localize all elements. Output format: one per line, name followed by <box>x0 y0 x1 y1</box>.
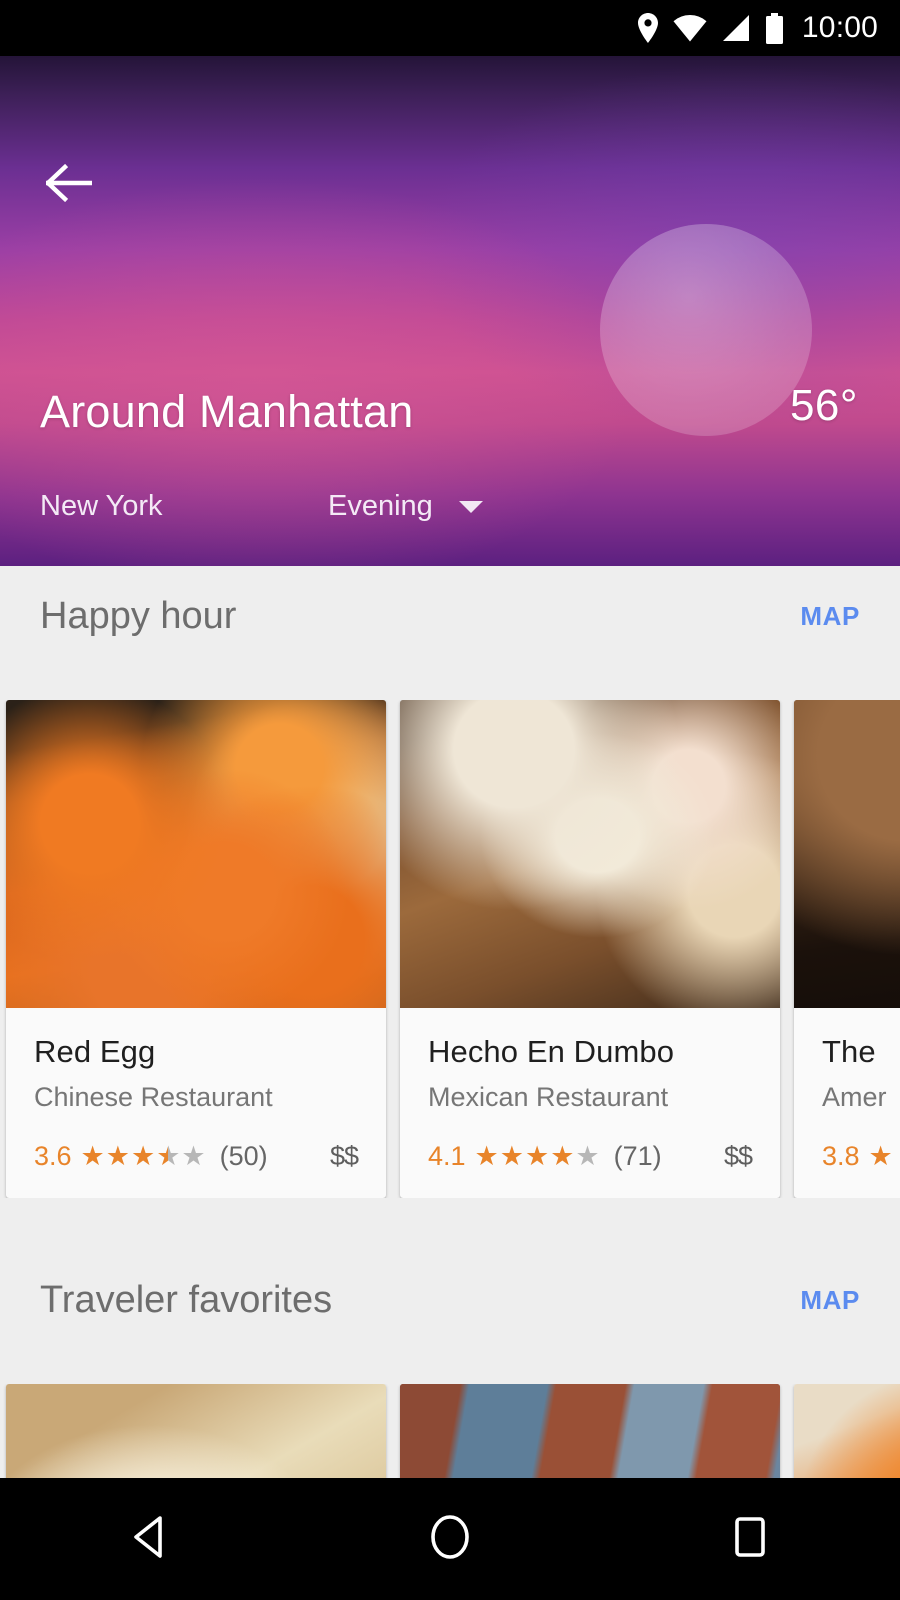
location-pin-icon <box>637 13 659 43</box>
place-photo <box>794 700 900 1008</box>
recents-square-icon <box>731 1515 769 1564</box>
back-arrow-icon <box>44 163 93 207</box>
temperature-value: 56° <box>789 381 858 430</box>
city-label: New York <box>40 490 163 522</box>
place-photo <box>6 700 386 1008</box>
place-card[interactable]: Hecho En Dumbo Mexican Restaurant 4.1 ★ ★… <box>400 700 780 1198</box>
place-name: Red Egg <box>34 1034 156 1069</box>
place-category: Amer <box>822 1082 887 1112</box>
place-card-body: Hecho En Dumbo Mexican Restaurant <box>400 1008 780 1113</box>
place-card-footer: 3.6 ★ ★ ★ ★ ★ (50) $$ <box>6 1141 386 1198</box>
back-button[interactable] <box>40 156 98 214</box>
price-level: $$ <box>329 1141 359 1171</box>
phone-screen: 10:00 Around Manhattan 56° New York Even… <box>0 0 900 1600</box>
section-header-traveler-favorites: Traveler favorites MAP <box>0 1250 900 1350</box>
map-link[interactable]: MAP <box>800 601 860 632</box>
time-of-day-dropdown[interactable]: Evening <box>328 490 483 523</box>
status-bar-time: 10:00 <box>801 11 878 44</box>
place-card-footer: 4.1 ★ ★ ★ ★ ★ (71) $$ <box>400 1141 780 1198</box>
home-circle-icon <box>429 1514 471 1565</box>
page-title: Around Manhattan <box>40 386 414 437</box>
place-card-body: Red Egg Chinese Restaurant <box>6 1008 386 1113</box>
rating-value: 3.8 <box>822 1141 860 1171</box>
review-count: (71) <box>613 1141 662 1171</box>
star-rating-icon: ★ ★ ★ ★ ★ <box>80 1141 206 1171</box>
place-category: Chinese Restaurant <box>34 1082 273 1112</box>
status-bar: 10:00 <box>0 0 900 56</box>
nav-home-button[interactable] <box>390 1499 510 1579</box>
place-card[interactable]: Red Egg Chinese Restaurant 3.6 ★ ★ ★ ★ ★ (50… <box>6 700 386 1198</box>
star-rating-icon: ★ ★ ★ ★ ★ <box>474 1141 600 1171</box>
cell-signal-icon <box>721 14 751 42</box>
moon-icon <box>600 224 812 436</box>
chevron-down-icon <box>458 500 483 513</box>
card-row-happy-hour[interactable]: Red Egg Chinese Restaurant 3.6 ★ ★ ★ ★ ★ (50… <box>0 700 900 1198</box>
section-title: Happy hour <box>40 594 237 637</box>
rating-value: 3.6 <box>34 1141 72 1171</box>
review-count: (50) <box>219 1141 268 1171</box>
nav-back-button[interactable] <box>90 1499 210 1579</box>
place-card-body: The Amer <box>794 1008 900 1113</box>
battery-icon <box>765 12 784 44</box>
section-title: Traveler favorites <box>40 1278 333 1321</box>
place-name: The <box>822 1034 876 1069</box>
place-card-footer: 3.8 ★ <box>794 1141 900 1198</box>
hero-header: Around Manhattan 56° New York Evening <box>0 56 900 566</box>
map-link[interactable]: MAP <box>800 1285 860 1316</box>
rating-group: 3.8 ★ <box>822 1141 893 1172</box>
hero-subheader: New York Evening <box>40 490 483 523</box>
nav-recents-button[interactable] <box>690 1499 810 1579</box>
wifi-icon <box>673 14 707 42</box>
rating-group: 4.1 ★ ★ ★ ★ ★ (71) <box>428 1141 662 1172</box>
place-photo <box>400 700 780 1008</box>
back-triangle-icon <box>130 1515 170 1564</box>
android-nav-bar <box>0 1478 900 1600</box>
section-header-happy-hour: Happy hour MAP <box>0 566 900 666</box>
time-of-day-label: Evening <box>328 490 433 522</box>
star-rating-icon: ★ <box>868 1141 893 1171</box>
place-name: Hecho En Dumbo <box>428 1034 675 1069</box>
rating-value: 4.1 <box>428 1141 466 1171</box>
price-level: $$ <box>723 1141 753 1171</box>
place-card[interactable]: The Amer 3.8 ★ <box>794 700 900 1198</box>
rating-group: 3.6 ★ ★ ★ ★ ★ (50) <box>34 1141 268 1172</box>
place-category: Mexican Restaurant <box>428 1082 669 1112</box>
